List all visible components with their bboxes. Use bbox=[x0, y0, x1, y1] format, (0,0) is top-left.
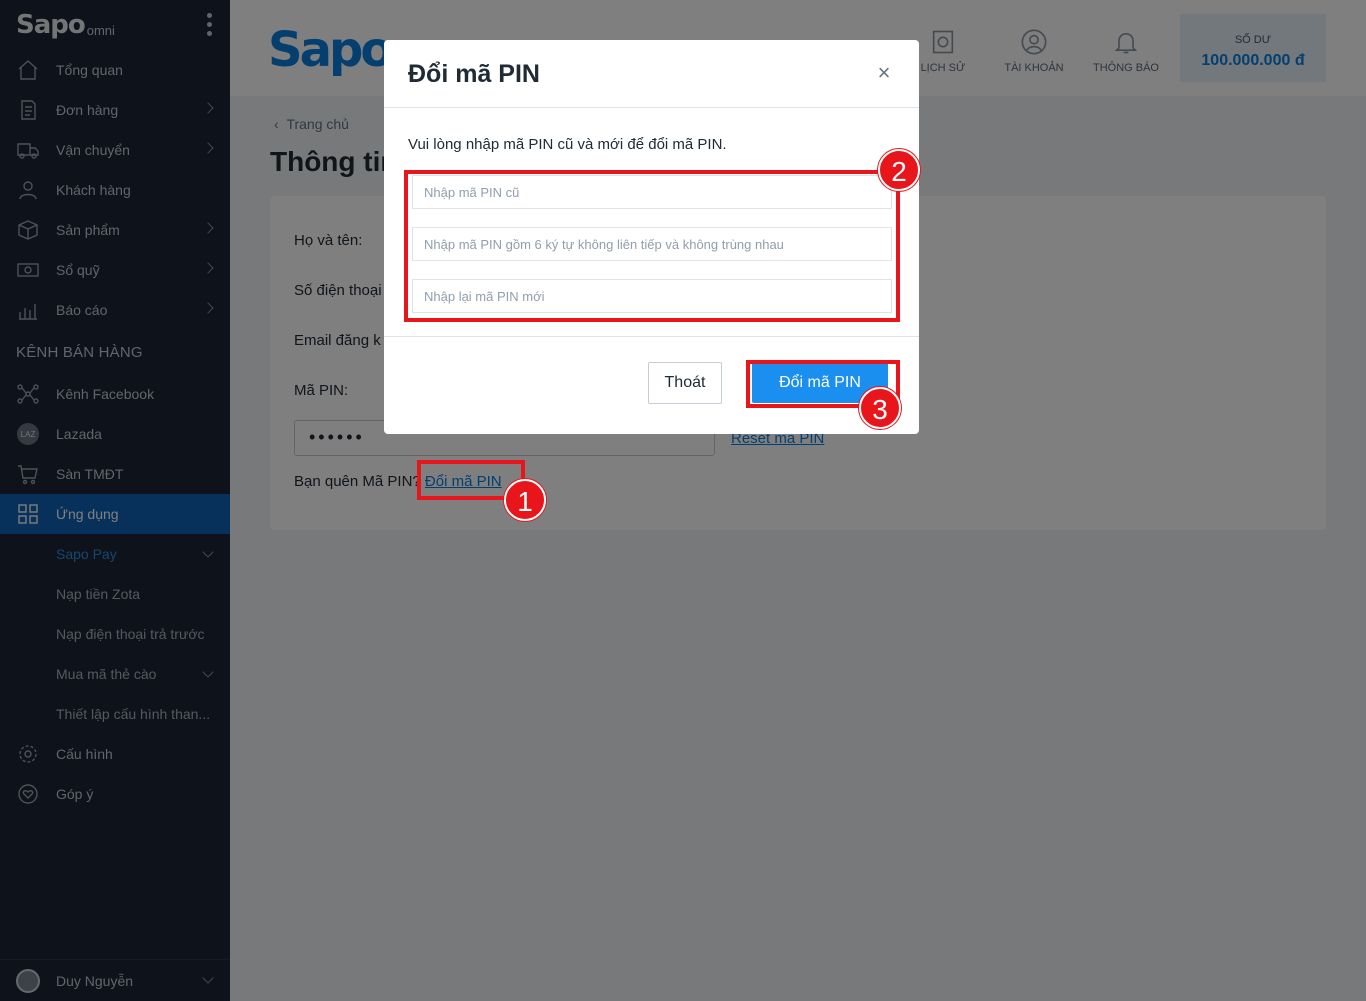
modal-footer-divider bbox=[384, 336, 919, 337]
modal-header: Đổi mã PIN × bbox=[384, 40, 919, 108]
close-icon[interactable]: × bbox=[873, 62, 895, 84]
exit-button[interactable]: Thoát bbox=[648, 362, 722, 404]
modal-title: Đổi mã PIN bbox=[408, 60, 540, 88]
annotation-badge-step2: 2 bbox=[878, 149, 920, 191]
annotation-highlight-step2 bbox=[404, 170, 900, 322]
annotation-badge-step1: 1 bbox=[504, 479, 546, 521]
modal-description: Vui lòng nhập mã PIN cũ và mới để đổi mã… bbox=[408, 136, 727, 153]
annotation-badge-step3: 3 bbox=[859, 387, 901, 429]
